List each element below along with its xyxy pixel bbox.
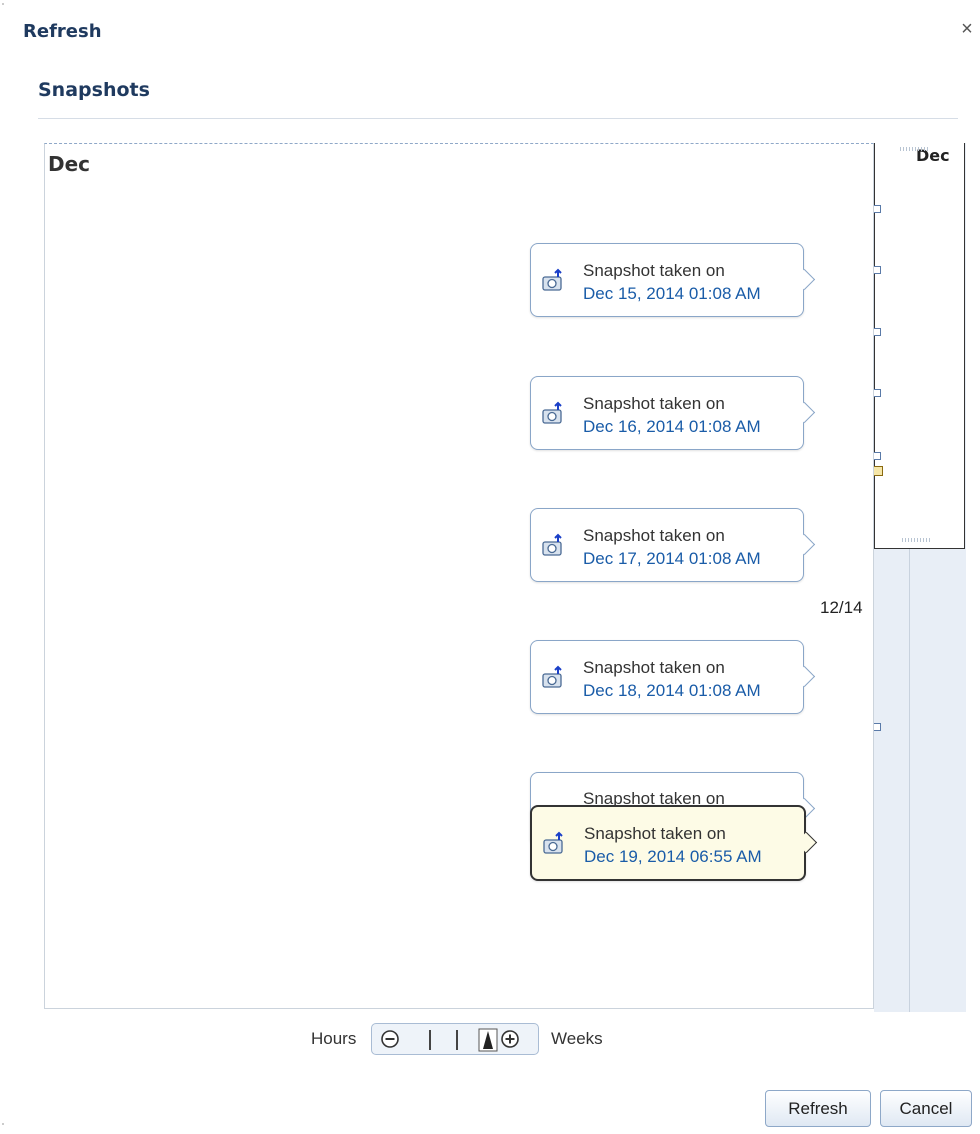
- zoom-in-icon[interactable]: [500, 1029, 520, 1049]
- snapshot-date-link[interactable]: Dec 19, 2014 06:55 AM: [584, 847, 762, 867]
- snapshot-event-selected[interactable]: Snapshot taken on Dec 19, 2014 06:55 AM: [530, 805, 806, 881]
- snapshot-caption: Snapshot taken on: [583, 526, 725, 545]
- snapshot-event[interactable]: Snapshot taken on Dec 16, 2014 01:08 AM: [530, 376, 804, 450]
- overview-marker-current: [874, 466, 883, 476]
- overview-marker: [874, 723, 881, 731]
- corner-dot: [2, 3, 4, 5]
- snapshot-date-link[interactable]: Dec 17, 2014 01:08 AM: [583, 549, 761, 569]
- snapshot-caption: Snapshot taken on: [583, 658, 725, 677]
- snapshot-caption: Snapshot taken on: [583, 394, 725, 413]
- overview-marker: [874, 266, 881, 274]
- camera-snapshot-icon: [542, 268, 562, 291]
- zoom-slider[interactable]: [371, 1023, 539, 1055]
- zoom-control-bar: Hours Weeks: [311, 1023, 621, 1057]
- section-divider: [38, 118, 958, 119]
- zoom-thumb-icon[interactable]: [478, 1028, 498, 1052]
- cancel-button[interactable]: Cancel: [880, 1090, 972, 1127]
- zoom-tick[interactable]: [456, 1030, 458, 1050]
- date-label: 12/14: [820, 598, 863, 617]
- timeline-month-label: Dec: [48, 152, 91, 176]
- overview-grip-bottom[interactable]: [902, 538, 932, 542]
- snapshot-event[interactable]: Snapshot taken on Dec 15, 2014 01:08 AM: [530, 243, 804, 317]
- overview-marker: [874, 205, 881, 213]
- refresh-button[interactable]: Refresh: [765, 1090, 871, 1127]
- overview-marker: [874, 389, 881, 397]
- snapshot-date-link[interactable]: Dec 15, 2014 01:08 AM: [583, 284, 761, 304]
- dialog-title: Refresh: [23, 21, 102, 42]
- corner-dot: [2, 1123, 4, 1125]
- camera-snapshot-icon: [542, 401, 562, 424]
- snapshot-event[interactable]: Snapshot taken on Dec 18, 2014 01:08 AM: [530, 640, 804, 714]
- camera-snapshot-icon: [543, 831, 563, 854]
- snapshot-date-link[interactable]: Dec 16, 2014 01:08 AM: [583, 417, 761, 437]
- overview-window[interactable]: [874, 143, 965, 549]
- close-icon[interactable]: ×: [956, 16, 978, 42]
- zoom-min-label: Hours: [311, 1029, 357, 1048]
- overview-marker: [874, 452, 881, 460]
- overview-marker: [874, 328, 881, 336]
- snapshot-caption: Snapshot taken on: [583, 261, 725, 280]
- snapshot-caption: Snapshot taken on: [584, 824, 726, 843]
- snapshot-event[interactable]: Snapshot taken on Dec 17, 2014 01:08 AM: [530, 508, 804, 582]
- section-title: Snapshots: [38, 79, 150, 101]
- camera-snapshot-icon: [542, 533, 562, 556]
- zoom-out-icon[interactable]: [380, 1029, 400, 1049]
- overview-grip-top[interactable]: [900, 147, 930, 151]
- zoom-max-label: Weeks: [551, 1029, 603, 1048]
- zoom-tick[interactable]: [429, 1030, 431, 1050]
- snapshot-date-link[interactable]: Dec 18, 2014 01:08 AM: [583, 681, 761, 701]
- camera-snapshot-icon: [542, 665, 562, 688]
